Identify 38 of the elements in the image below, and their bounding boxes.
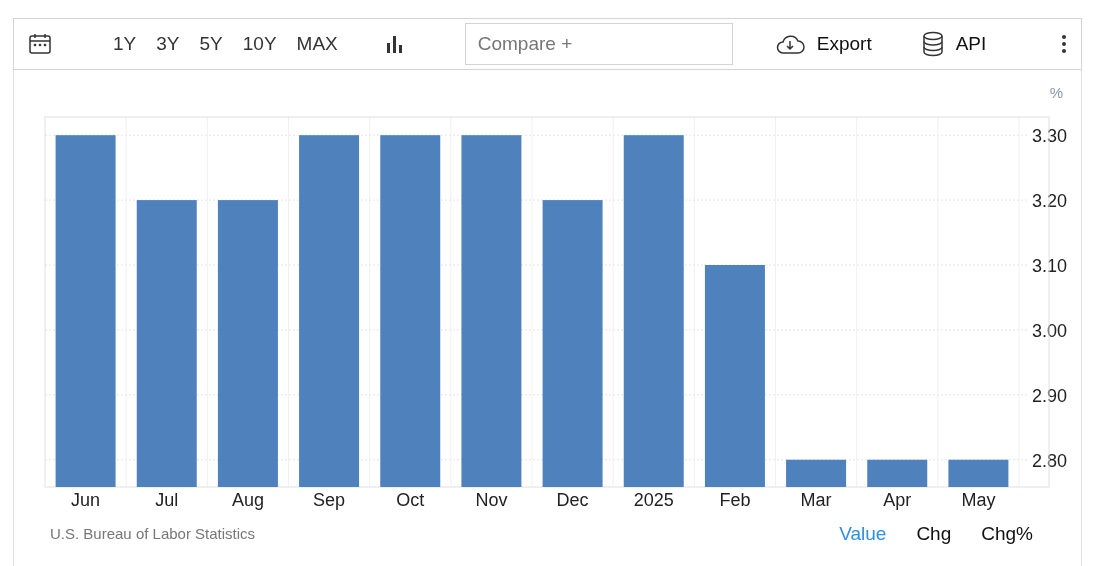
y-axis-label: 3.30: [1032, 126, 1068, 147]
y-axis-label: 2.90: [1032, 385, 1068, 406]
api-button[interactable]: API: [921, 29, 987, 59]
x-axis-label: Mar: [800, 490, 832, 510]
more-icon[interactable]: [1061, 34, 1067, 54]
mode-tab[interactable]: Chg%: [979, 520, 1035, 549]
range-button[interactable]: 3Y: [153, 29, 183, 59]
y-axis-label: 3.10: [1032, 256, 1068, 276]
range-button[interactable]: 10Y: [239, 29, 280, 59]
x-axis-label: Jul: [155, 490, 179, 510]
range-button[interactable]: 5Y: [196, 29, 226, 59]
range-button[interactable]: 1Y: [110, 29, 140, 59]
bar: [867, 459, 928, 487]
y-axis-label: 2.80: [1032, 450, 1068, 471]
x-axis-label: Feb: [719, 490, 751, 510]
x-axis-label: 2025: [633, 490, 674, 510]
x-axis-label: Oct: [396, 490, 425, 510]
x-axis-label: Sep: [313, 490, 346, 510]
x-axis-label: Apr: [883, 490, 912, 510]
bar: [948, 459, 1009, 487]
x-axis-label: Dec: [556, 490, 589, 510]
x-axis-label: May: [961, 490, 996, 510]
source-text: U.S. Bureau of Labor Statistics: [50, 524, 256, 544]
unit-label: %: [1049, 84, 1063, 101]
compare-field[interactable]: Compare +: [464, 23, 733, 65]
mode-tab[interactable]: Chg: [914, 520, 954, 549]
x-axis-label: Nov: [475, 490, 508, 510]
bar: [786, 459, 847, 487]
y-axis-label: 3.20: [1032, 191, 1068, 212]
database-icon: [921, 31, 944, 57]
x-axis-label: Aug: [231, 490, 264, 510]
cloud-download-icon: [774, 33, 805, 55]
bar-chart-icon[interactable]: [384, 34, 405, 54]
calendar-icon[interactable]: [28, 32, 52, 56]
y-axis-label: 3.00: [1032, 320, 1068, 341]
x-axis-label: Jun: [71, 490, 101, 510]
range-button[interactable]: MAX: [293, 29, 341, 59]
export-button[interactable]: Export: [774, 29, 872, 59]
